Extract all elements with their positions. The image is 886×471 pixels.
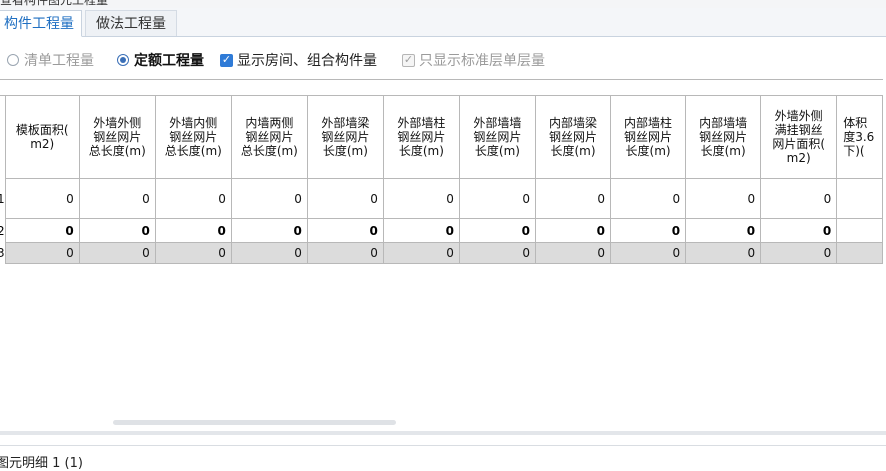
table-cell[interactable]: 0	[382, 178, 460, 219]
status-bar: 图元明细 1 (1)	[0, 445, 886, 471]
table-cell[interactable]: 0	[78, 178, 156, 219]
table-cell[interactable]	[836, 242, 883, 264]
radio-unselected-icon[interactable]	[7, 54, 19, 66]
table-cell[interactable]	[836, 218, 883, 243]
checkbox-show-rooms-label: 显示房间、组合构件量	[237, 52, 377, 68]
table-cell[interactable]: 0	[78, 218, 156, 243]
tab-method-quantity[interactable]: 做法工程量	[85, 10, 177, 36]
column-header[interactable]: 外部墙墙 钢丝网片 长度(m)	[458, 95, 536, 179]
table-cell[interactable]: 0	[534, 242, 612, 264]
table-cell[interactable]: 0	[4, 178, 80, 219]
table-cell[interactable]: 0	[458, 242, 536, 264]
radio-quota-quantity[interactable]: 定额工程量	[117, 46, 204, 74]
table-cell[interactable]: 0	[382, 242, 460, 264]
radio-bill-quantity-label: 清单工程量	[24, 52, 94, 68]
table-cell[interactable]: 0	[610, 242, 687, 264]
table-cell[interactable]: 0	[610, 178, 687, 219]
column-header[interactable]: 外部墙柱 钢丝网片 长度(m)	[382, 95, 460, 179]
option-bar: 清单工程量 定额工程量 ✓ 显示房间、组合构件量 ✓ 只显示标准层单层量	[0, 46, 886, 74]
panel-divider[interactable]	[0, 431, 886, 435]
checkbox-checked-icon[interactable]: ✓	[220, 53, 233, 67]
tab-bar: 构件工程量 做法工程量	[0, 8, 886, 37]
quantity-table: 模板面积( m2) 外墙外侧 钢丝网片 总长度(m) 外墙内侧 钢丝网片 总长度…	[0, 79, 883, 264]
column-header[interactable]: 外墙外侧 钢丝网片 总长度(m)	[78, 95, 156, 179]
column-header[interactable]: 内墙两侧 钢丝网片 总长度(m)	[230, 95, 308, 179]
window-title-bar: 查看构件图元工程量	[0, 0, 886, 8]
table-cell[interactable]: 0	[306, 242, 384, 264]
table-cell[interactable]: 0	[230, 178, 308, 219]
table-cell[interactable]: 0	[685, 178, 762, 219]
table-header-row: 模板面积( m2) 外墙外侧 钢丝网片 总长度(m) 外墙内侧 钢丝网片 总长度…	[0, 95, 883, 179]
table-cell[interactable]: 0	[760, 218, 838, 243]
column-header[interactable]: 内部墙柱 钢丝网片 长度(m)	[610, 95, 687, 179]
checkbox-show-rooms[interactable]: ✓ 显示房间、组合构件量	[220, 46, 377, 74]
table-cell[interactable]: 0	[685, 218, 762, 243]
checkbox-standard-floor-label: 只显示标准层单层量	[419, 52, 545, 68]
column-header[interactable]: 体积 度3.6 下)(	[836, 95, 883, 179]
table-cell[interactable]: 0	[760, 178, 838, 219]
tab-component-quantity[interactable]: 构件工程量	[0, 10, 82, 37]
table-cell[interactable]	[836, 178, 883, 219]
column-header[interactable]: 外墙外侧 满挂钢丝 网片面积( m2)	[760, 95, 838, 179]
table-cell[interactable]: 0	[760, 242, 838, 264]
table-cell[interactable]: 0	[230, 242, 308, 264]
table-cell[interactable]: 0	[154, 242, 232, 264]
horizontal-scrollbar[interactable]	[113, 420, 396, 425]
table-cell[interactable]: 0	[78, 242, 156, 264]
radio-bill-quantity[interactable]: 清单工程量	[7, 46, 94, 74]
table-cell[interactable]: 0	[534, 178, 612, 219]
checkbox-disabled-icon: ✓	[402, 53, 415, 67]
table-cell[interactable]: 0	[154, 218, 232, 243]
table-row[interactable]: 1 0 0 0 0 0 0 0 0 0 0 0	[0, 178, 883, 219]
table-row[interactable]: 2 0 0 0 0 0 0 0 0 0 0 0	[0, 218, 883, 243]
table-summary-row[interactable]: 3 0 0 0 0 0 0 0 0 0 0 0	[0, 242, 883, 264]
column-header[interactable]: 模板面积( m2)	[4, 95, 80, 179]
table-blank-row	[0, 79, 883, 96]
table-cell[interactable]: 0	[685, 242, 762, 264]
table-cell[interactable]: 0	[4, 218, 80, 243]
table-cell[interactable]: 0	[306, 218, 384, 243]
table-cell[interactable]: 0	[4, 242, 80, 264]
table-cell[interactable]: 0	[458, 178, 536, 219]
table-cell[interactable]: 0	[230, 218, 308, 243]
element-detail-label: 图元明细 1 (1)	[0, 456, 83, 471]
table-cell[interactable]: 0	[306, 178, 384, 219]
column-header[interactable]: 外墙内侧 钢丝网片 总长度(m)	[154, 95, 232, 179]
table-cell[interactable]: 0	[154, 178, 232, 219]
radio-selected-icon[interactable]	[117, 54, 129, 66]
table-cell[interactable]: 0	[610, 218, 687, 243]
window-title: 查看构件图元工程量	[0, 0, 109, 7]
radio-quota-quantity-label: 定额工程量	[134, 52, 204, 68]
table-cell[interactable]: 0	[382, 218, 460, 243]
table-cell[interactable]: 0	[458, 218, 536, 243]
column-header[interactable]: 内部墙梁 钢丝网片 长度(m)	[534, 95, 612, 179]
column-header[interactable]: 外部墙梁 钢丝网片 长度(m)	[306, 95, 384, 179]
checkbox-standard-floor: ✓ 只显示标准层单层量	[402, 46, 545, 74]
table-cell[interactable]: 0	[534, 218, 612, 243]
column-header[interactable]: 内部墙墙 钢丝网片 长度(m)	[685, 95, 762, 179]
